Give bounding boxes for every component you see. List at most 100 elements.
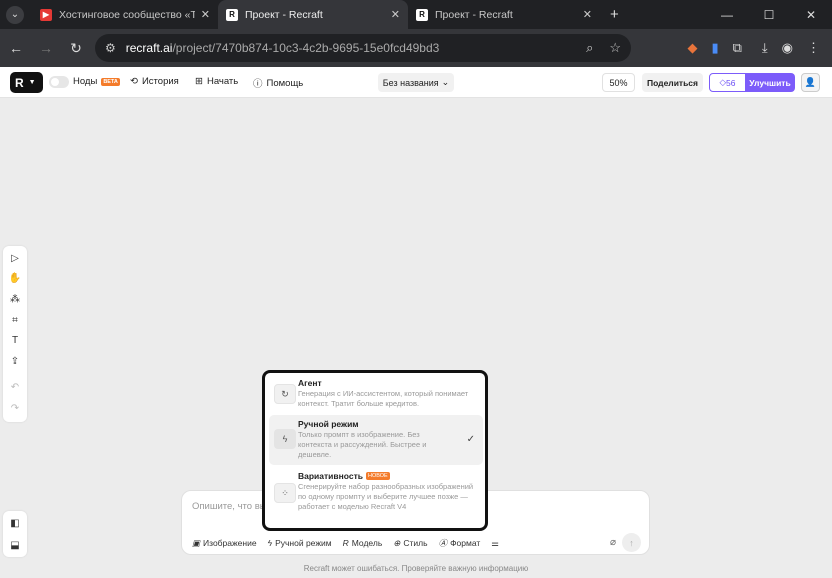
nodes-toggle[interactable] [49, 76, 69, 88]
download-icon[interactable]: ⤓ [762, 40, 768, 56]
mode-button[interactable]: ϟ Ручной режим [268, 538, 332, 548]
help-label: Помощь [266, 77, 304, 89]
format-button[interactable]: Ⓐ Формат [439, 537, 481, 549]
credits-count: 56 [726, 77, 736, 88]
recraft-logo-icon: R [15, 75, 24, 90]
app-topbar: R ▼ Ноды BETA ⟲ История ⊞ Начать ⓘ Помощь… [0, 67, 832, 98]
back-icon[interactable]: ← [1, 40, 31, 56]
tab-search-button[interactable]: ⌄ [6, 5, 24, 24]
nodes-label-group[interactable]: Ноды BETA [73, 76, 120, 87]
profile-avatar[interactable]: ◉ [782, 40, 793, 56]
hand-tool-icon[interactable]: ✋ [3, 268, 27, 288]
credits-button[interactable]: ◇ 56 [709, 73, 746, 92]
shapes-tool-icon[interactable]: ⁂ [3, 289, 27, 309]
extensions-puzzle-icon[interactable]: ⧉ [733, 40, 742, 56]
plus-circle-icon: ⊕ [393, 537, 401, 548]
share-button[interactable]: Поделиться [642, 73, 703, 92]
bookmark-star-icon[interactable]: ☆ [609, 40, 621, 56]
model-button[interactable]: R Модель [343, 538, 383, 548]
attach-icon[interactable]: ⌀ [610, 537, 616, 548]
option-name: Вариативность [298, 471, 363, 481]
extension-fox-icon[interactable]: ◆ [687, 40, 697, 56]
mode-option-manual[interactable]: ϟ Ручной режим Только промпт в изображен… [269, 415, 483, 465]
window-controls: — ☐ ✕ [706, 0, 832, 29]
option-description: Генерация с ИИ-ассистентом, который пони… [298, 389, 469, 408]
tab-title: Проект - Recraft [435, 8, 513, 21]
frame-tool-icon[interactable]: ⌗ [3, 310, 27, 330]
help-button[interactable]: ⓘ Помощь [253, 76, 304, 91]
option-name: Агент [298, 378, 322, 388]
extension-shield-icon[interactable]: ▮ [711, 40, 718, 56]
close-window-icon[interactable]: ✕ [790, 0, 832, 29]
url-field[interactable]: ⚙ recraft.ai/project/7470b874-10c3-4c2b-… [95, 34, 631, 62]
model-label: Модель [351, 538, 383, 548]
image-label: Изображение [203, 538, 257, 548]
user-avatar[interactable]: 👤 [801, 73, 820, 92]
project-title: Без названия [382, 77, 439, 88]
settings-sliders-icon[interactable]: ⚌ [491, 538, 499, 549]
browser-tab-1[interactable]: ▶ Хостинговое сообщество «Tim ✕ [32, 0, 218, 29]
browser-tab-2[interactable]: R Проект - Recraft ✕ [218, 0, 408, 29]
new-badge: НОВОЕ [365, 472, 390, 480]
browser-menu-icon[interactable]: ⋮ [807, 40, 820, 56]
address-bar-row: ← → ↻ ⚙ recraft.ai/project/7470b874-10c3… [0, 29, 832, 67]
mode-option-variability[interactable]: ⁘ Вариативность НОВОЕ Сгенерируйте набор… [269, 467, 483, 527]
image-button[interactable]: ▣ Изображение [192, 538, 257, 549]
mode-option-agent[interactable]: ↻ Агент Генерация с ИИ-ассистентом, кото… [269, 375, 483, 413]
zoom-button[interactable]: 50% [602, 73, 635, 92]
extensions-area: ◆ ▮ ⧉ ⤓ ◉ ⋮ [687, 29, 832, 67]
left-toolbar: ▷ ✋ ⁂ ⌗ T ⇪ ↶ ↷ [3, 246, 27, 422]
format-icon: Ⓐ [438, 538, 448, 548]
left-panel-toggles: ◧ ⬓ [3, 511, 27, 557]
browser-tab-strip: ⌄ ▶ Хостинговое сообщество «Tim ✕ R Прое… [0, 0, 832, 29]
undo-icon[interactable]: ↶ [3, 377, 27, 397]
chevron-down-icon: ▼ [28, 79, 36, 86]
style-button[interactable]: ⊕ Стиль [393, 538, 427, 549]
minimize-icon[interactable]: — [706, 0, 748, 29]
prompt-input[interactable]: Опишите, что вы [192, 501, 267, 512]
beta-badge: BETA [101, 77, 120, 86]
url-host: recraft.ai [125, 41, 173, 55]
upgrade-button[interactable]: Улучшить [745, 73, 795, 92]
variability-icon: ⁘ [274, 483, 296, 503]
recraft-logo-menu[interactable]: R ▼ [10, 72, 43, 93]
youtube-icon: ▶ [40, 8, 52, 21]
option-description: Только промпт в изображение. Без контекс… [298, 430, 427, 459]
close-icon[interactable]: ✕ [201, 8, 210, 21]
project-title-button[interactable]: Без названия ⌄ [378, 73, 454, 92]
image-icon: ▣ [192, 537, 201, 548]
zoom-icon[interactable]: ⌕ [586, 40, 593, 56]
option-description: Сгенерируйте набор разнообразных изображ… [298, 482, 474, 511]
lightning-icon: ϟ [267, 538, 273, 548]
model-icon: R [342, 538, 349, 548]
redo-icon[interactable]: ↷ [3, 398, 27, 418]
upload-tool-icon[interactable]: ⇪ [3, 351, 27, 371]
select-tool-icon[interactable]: ▷ [3, 248, 27, 268]
recraft-icon: R [416, 8, 428, 21]
tab-title: Проект - Recraft [245, 8, 323, 21]
nodes-label: Ноды [73, 76, 98, 87]
maximize-icon[interactable]: ☐ [748, 0, 790, 29]
chevron-down-icon: ⌄ [441, 77, 450, 87]
start-button[interactable]: ⊞ Начать [195, 76, 238, 87]
new-tab-button[interactable]: + [610, 6, 619, 23]
option-name: Ручной режим [298, 419, 359, 429]
close-icon[interactable]: ✕ [391, 8, 400, 21]
grid-icon: ⊞ [195, 76, 203, 87]
reload-icon[interactable]: ↻ [61, 40, 91, 57]
history-button[interactable]: ⟲ История [130, 76, 179, 87]
check-icon: ✓ [466, 434, 475, 445]
format-label: Формат [450, 538, 481, 548]
close-icon[interactable]: ✕ [583, 8, 592, 21]
tab-title: Хостинговое сообщество «Tim [59, 8, 195, 21]
site-settings-icon[interactable]: ⚙ [105, 41, 116, 55]
bottom-panel-icon[interactable]: ⬓ [3, 535, 27, 555]
history-icon: ⟲ [130, 76, 138, 87]
browser-tab-3[interactable]: R Проект - Recraft ✕ [408, 0, 600, 29]
text-tool-icon[interactable]: T [3, 330, 27, 350]
send-button[interactable]: ↑ [622, 533, 641, 552]
history-label: История [141, 76, 179, 87]
forward-icon[interactable]: → [31, 40, 61, 56]
style-label: Стиль [403, 538, 428, 548]
layers-panel-icon[interactable]: ◧ [3, 513, 27, 533]
